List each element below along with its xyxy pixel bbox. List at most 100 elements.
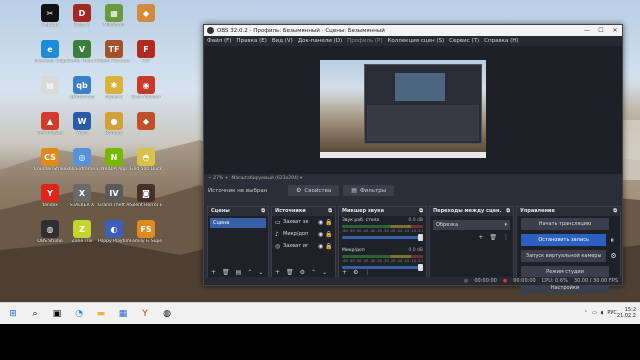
start-virtual-camera-button[interactable]: Запуск виртуальной камеры: [521, 250, 607, 262]
desktop-icon[interactable]: qb qBittorrent: [66, 76, 98, 100]
gamepad-icon: ◎: [275, 242, 281, 250]
add-icon[interactable]: +: [342, 269, 347, 276]
desktop-icon[interactable]: ◍ OBS Studio: [34, 220, 66, 244]
maximize-icon[interactable]: ☐: [594, 27, 608, 34]
desktop-icon[interactable]: ◉ Dice Monster: [130, 76, 162, 100]
desktop-icon[interactable]: W Word: [66, 112, 98, 136]
add-icon[interactable]: +: [275, 269, 280, 276]
desktop-icon[interactable]: e Microsoft Edge: [34, 40, 66, 64]
scene-item[interactable]: Сцена: [210, 218, 266, 228]
menu-profile[interactable]: Профиль (P): [347, 38, 382, 44]
windows-start-icon[interactable]: ⊞: [4, 305, 22, 323]
preview-area[interactable]: [204, 46, 622, 174]
volume-slider[interactable]: [342, 234, 423, 241]
pause-icon[interactable]: ⏸: [610, 236, 620, 245]
undock-icon[interactable]: ⧉: [261, 208, 265, 215]
explorer-icon[interactable]: ▬: [92, 305, 110, 323]
eye-icon[interactable]: ◉: [318, 219, 325, 226]
add-icon[interactable]: +: [211, 269, 216, 276]
desktop-icon[interactable]: ✂ CapCut: [34, 4, 66, 28]
menu-view[interactable]: Вид (V): [272, 38, 293, 44]
lock-icon[interactable]: 🔒: [325, 219, 332, 226]
gear-icon[interactable]: ⚙: [300, 269, 305, 276]
filters-button[interactable]: ▤ Фильтры: [343, 185, 395, 196]
desktop-icon[interactable]: F F2F: [130, 40, 162, 64]
eye-icon[interactable]: ◉: [318, 243, 325, 250]
desktop-icon[interactable]: ◆: [130, 112, 162, 131]
minimize-icon[interactable]: —: [580, 27, 594, 34]
down-icon[interactable]: ⌄: [258, 269, 263, 276]
desktop-icon[interactable]: ● Bomber: [98, 112, 130, 136]
volume-icon[interactable]: ◖: [601, 310, 604, 316]
desktop-icon[interactable]: Y Yandex: [34, 184, 66, 208]
stop-recording-button[interactable]: Остановить запись: [521, 234, 607, 246]
task-view-icon[interactable]: ▣: [48, 305, 66, 323]
menu-edit[interactable]: Правка (E): [236, 38, 266, 44]
slider-knob[interactable]: [418, 234, 423, 241]
chevron-up-icon[interactable]: ⌃: [584, 310, 588, 316]
store-icon[interactable]: ▦: [114, 305, 132, 323]
search-icon[interactable]: ⌕: [26, 305, 44, 323]
desktop-icon[interactable]: ◆: [130, 4, 162, 23]
menu-file[interactable]: Файл (F): [207, 38, 231, 44]
obs-titlebar[interactable]: OBS 32.0.2 - Профиль: Безымянный - Сцены…: [204, 25, 622, 36]
desktop-icon[interactable]: ◎360 Extreme Browser: [66, 148, 98, 172]
eye-icon[interactable]: ◉: [318, 231, 325, 238]
gear-icon[interactable]: ⚙: [353, 269, 358, 276]
desktop-icon[interactable]: TFTeam Fortress 2: [98, 40, 130, 64]
up-icon[interactable]: ⌃: [247, 269, 252, 276]
network-icon[interactable]: ▭: [592, 310, 597, 316]
undock-icon[interactable]: ⧉: [419, 208, 423, 215]
filter-icon[interactable]: ▤: [236, 269, 242, 276]
source-row[interactable]: ♪ Микр/доп ◉ 🔒: [272, 228, 335, 240]
language-indicator[interactable]: РУС: [607, 310, 617, 316]
properties-button[interactable]: ⚙ Свойства: [288, 185, 340, 196]
lock-icon[interactable]: 🔒: [325, 231, 332, 238]
undock-icon[interactable]: ⧉: [613, 208, 617, 215]
close-icon[interactable]: ✕: [608, 27, 622, 34]
more-icon[interactable]: ⋮: [364, 269, 370, 276]
menu-tools[interactable]: Сервис (T): [449, 38, 479, 44]
clock[interactable]: 15:2 21.02.2: [617, 307, 636, 319]
desktop-icon[interactable]: X STALKER X: [66, 184, 98, 208]
add-icon[interactable]: +: [478, 234, 483, 241]
zoom-out-icon[interactable]: −: [208, 176, 212, 181]
start-stream-button[interactable]: Начать трансляцию: [521, 218, 609, 230]
undock-icon[interactable]: ⧉: [506, 208, 510, 215]
menu-scene-collection[interactable]: Коллекция сцен (S): [387, 38, 444, 44]
desktop-icon[interactable]: VGrand Theft Auto V: [66, 40, 98, 64]
desktop-icon[interactable]: ▤: [34, 76, 66, 95]
desktop-icon[interactable]: D Dota 2: [66, 4, 98, 28]
trash-icon[interactable]: 🗑: [286, 269, 294, 276]
desktop-icon[interactable]: ✱ Музыка: [98, 76, 130, 100]
desktop-icon[interactable]: CSCounter-Strike 2: [34, 148, 66, 172]
desktop-icon[interactable]: ◓Find 500 Ducks on: [130, 148, 162, 172]
yandex-icon[interactable]: Y: [136, 305, 154, 323]
desktop-icon[interactable]: ◐ Poppy Playtime: [98, 220, 130, 244]
more-icon[interactable]: ⋮: [503, 234, 509, 241]
up-icon[interactable]: ⌃: [311, 269, 316, 276]
lock-icon[interactable]: 🔒: [325, 243, 332, 250]
desktop-icon[interactable]: ◙Silent Horror Esc.: [130, 184, 162, 208]
desktop-icon[interactable]: Z Zone Trix: [66, 220, 98, 244]
source-row[interactable]: ▭ Захват эк ◉ 🔒: [272, 216, 335, 228]
desktop-icon[interactable]: N NVIDIA App: [98, 148, 130, 172]
source-row[interactable]: ◎ Захват иг ◉ 🔒: [272, 240, 335, 252]
trash-icon[interactable]: 🗑: [222, 269, 230, 276]
scale-mode[interactable]: Масштабируемый (623x294): [231, 176, 298, 181]
chevron-down-icon[interactable]: ▾: [299, 176, 302, 181]
transition-select[interactable]: Обрезка ▾: [433, 220, 510, 230]
gear-icon[interactable]: ⚙: [610, 252, 620, 260]
zoom-in-icon[interactable]: +: [225, 176, 229, 181]
desktop-icon[interactable]: ▲ TeamViewer: [34, 112, 66, 136]
desktop-icon[interactable]: ▦ Minecraft: [98, 4, 130, 28]
menu-docks[interactable]: Док-панели (D): [298, 38, 342, 44]
desktop-icon[interactable]: IVGrand Theft Auto IV: [98, 184, 130, 208]
desktop-icon[interactable]: FSFamily Fi Supermark.: [130, 220, 162, 244]
menu-help[interactable]: Справка (H): [484, 38, 518, 44]
obs-taskbar-icon[interactable]: ◍: [158, 305, 176, 323]
undock-icon[interactable]: ⧉: [328, 208, 332, 215]
down-icon[interactable]: ⌄: [322, 269, 327, 276]
edge-icon[interactable]: ◔: [70, 305, 88, 323]
trash-icon[interactable]: 🗑: [489, 234, 497, 241]
